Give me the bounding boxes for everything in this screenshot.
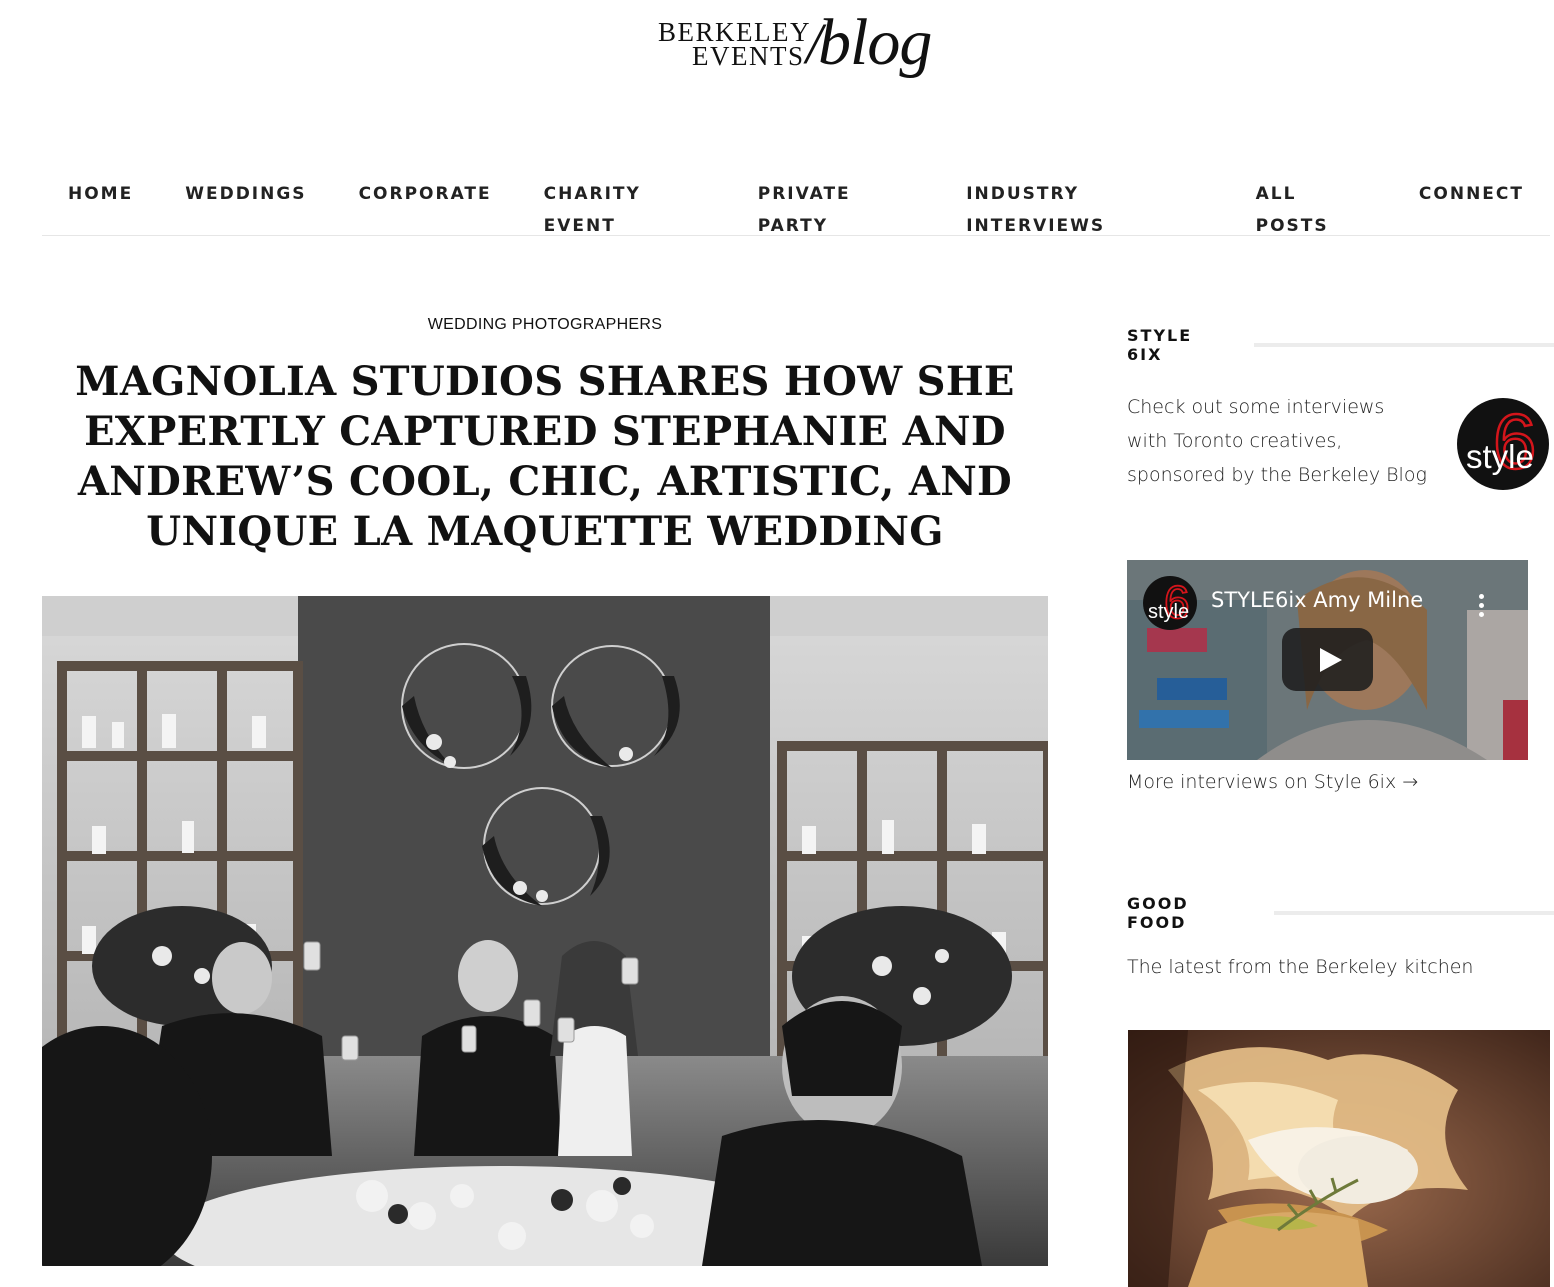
hero-image[interactable]	[42, 596, 1048, 1266]
channel-word: style	[1148, 601, 1189, 623]
more-interviews-link[interactable]: More interviews on Style 6ix →	[1127, 771, 1418, 793]
logo-line2: EVENTS	[692, 41, 805, 71]
article-category[interactable]: WEDDING PHOTOGRAPHERS	[42, 316, 1048, 334]
channel-logo-icon: 6 style	[1148, 576, 1190, 629]
style6ix-logo-badge[interactable]: 6 style	[1457, 398, 1549, 490]
good-food-heading-text: GOOD FOOD	[1127, 894, 1189, 932]
style6ix-description: Check out some interviews with Toronto c…	[1127, 396, 1427, 486]
style6ix-heading-text: STYLE 6IX	[1127, 326, 1193, 364]
heading-divider	[1273, 911, 1554, 915]
video-title[interactable]: STYLE6ix Amy Milne	[1211, 588, 1423, 612]
nav-item-home[interactable]: HOME	[68, 178, 133, 235]
main-nav: HOME WEDDINGS CORPORATE CHARITY EVENT PR…	[42, 178, 1550, 236]
more-options-icon[interactable]	[1479, 594, 1485, 620]
play-button[interactable]	[1282, 628, 1373, 691]
nav-item-charity-event[interactable]: CHARITY EVENT	[544, 178, 706, 236]
youtube-video-embed[interactable]: 6 style STYLE6ix Amy Milne	[1127, 560, 1528, 760]
logo-script: blog	[818, 6, 932, 79]
site-logo[interactable]: BERKELEY EVENTS / blog	[656, 8, 946, 94]
style6ix-widget-heading: STYLE 6IX	[1127, 326, 1554, 364]
good-food-widget-heading: GOOD FOOD	[1127, 894, 1554, 932]
article-title[interactable]: MAGNOLIA STUDIOS SHARES HOW SHE EXPERTLY…	[42, 357, 1048, 557]
nav-item-connect[interactable]: CONNECT	[1419, 178, 1524, 235]
nav-item-corporate[interactable]: CORPORATE	[359, 178, 492, 235]
nav-item-private-party[interactable]: PRIVATE PARTY	[758, 178, 914, 236]
nav-item-weddings[interactable]: WEDDINGS	[185, 178, 306, 235]
food-photo	[1128, 1030, 1550, 1287]
heading-divider	[1254, 343, 1554, 347]
good-food-description: The latest from the Berkeley kitchen	[1127, 956, 1474, 978]
channel-avatar[interactable]: 6 style	[1143, 576, 1197, 630]
nav-item-industry-interviews[interactable]: INDUSTRY INTERVIEWS	[966, 178, 1203, 236]
style6ix-logo-icon: 6 style	[1466, 398, 1538, 486]
food-image[interactable]	[1128, 1030, 1550, 1287]
nav-item-all-posts[interactable]: ALL POSTS	[1256, 178, 1367, 236]
logo-wordmark: BERKELEY EVENTS	[658, 19, 811, 71]
badge-word: style	[1466, 438, 1534, 475]
wedding-photo	[42, 596, 1048, 1266]
